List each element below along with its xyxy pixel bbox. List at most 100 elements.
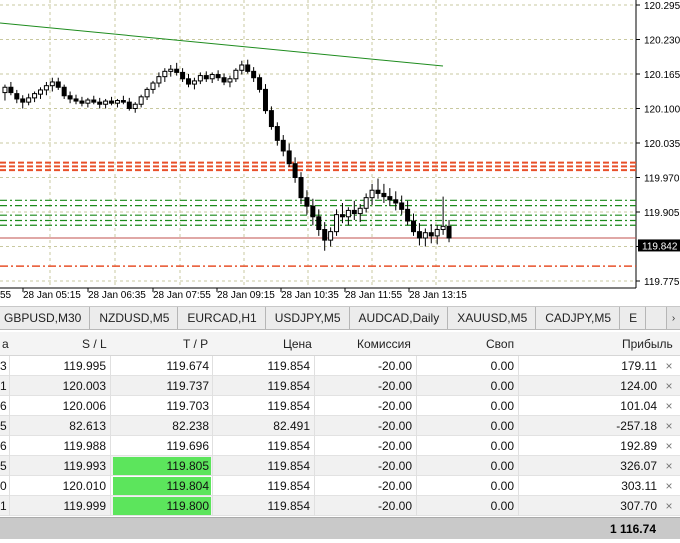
price-chart[interactable]: 120.295 120.230 120.165 120.100 120.035 119.9… bbox=[0, 0, 680, 306]
candle-body bbox=[357, 207, 363, 215]
candle-body bbox=[120, 100, 126, 103]
candle-body bbox=[393, 199, 399, 204]
candle-body bbox=[434, 229, 440, 237]
table-row[interactable]: 1 120.003 119.737 119.854 -20.00 0.00 124.00 × bbox=[0, 376, 680, 396]
time-axis-label-partial: 55 bbox=[0, 290, 12, 301]
chart-tab-gbpusd-m30[interactable]: GBPUSD,M30 bbox=[0, 307, 91, 329]
candle-body bbox=[20, 98, 26, 103]
candle-body bbox=[91, 99, 97, 103]
chart-tab-cadjpy-m5[interactable]: CADJPY,M5 bbox=[536, 307, 621, 329]
chart-canvas[interactable]: 120.295 120.230 120.165 120.100 120.035 119.9… bbox=[0, 0, 680, 306]
candle-body bbox=[37, 89, 43, 95]
price-axis-label: 119.970 bbox=[644, 174, 680, 185]
price-axis-label: 120.165 bbox=[644, 70, 680, 81]
candle-body bbox=[363, 197, 369, 209]
candle-body bbox=[8, 86, 14, 94]
candle-body bbox=[73, 98, 79, 102]
candle-body bbox=[180, 71, 186, 80]
candle-body bbox=[351, 209, 357, 215]
chart-tab-nzdusd-m5[interactable]: NZDUSD,M5 bbox=[90, 307, 179, 329]
price-axis-label: 119.775 bbox=[644, 277, 680, 288]
candle-body bbox=[262, 88, 268, 112]
candle-body bbox=[316, 216, 322, 231]
time-axis-label: 28 Jan 11:55 bbox=[345, 290, 403, 301]
candle-body bbox=[85, 99, 91, 104]
table-row[interactable]: 1 119.999 119.800 119.854 -20.00 0.00 307.70 × bbox=[0, 496, 680, 516]
chart-tab-e[interactable]: E bbox=[620, 307, 647, 329]
trendline bbox=[0, 22, 444, 67]
candle-body bbox=[292, 163, 298, 178]
column-header-tp[interactable]: T / P bbox=[183, 337, 208, 351]
cell-profit: 124.00 bbox=[620, 379, 657, 393]
candle-body bbox=[97, 101, 103, 105]
table-row[interactable]: 5 119.993 119.805 119.854 -20.00 0.00 326.07 × bbox=[0, 456, 680, 476]
table-row[interactable]: 0 120.010 119.804 119.854 -20.00 0.00 303.11 × bbox=[0, 476, 680, 496]
candle-body bbox=[186, 78, 192, 85]
candle-body bbox=[369, 189, 375, 199]
total-profit: 1 116.74 bbox=[609, 522, 656, 536]
chart-tabs-bar: GBPUSD,M30 NZDUSD,M5 EURCAD,H1 USDJPY,M5 AUD… bbox=[0, 306, 680, 330]
candle-body bbox=[109, 100, 115, 104]
chart-tab-usdjpy-m5[interactable]: USDJPY,M5 bbox=[266, 307, 350, 329]
candle-body bbox=[446, 225, 452, 239]
candle-body bbox=[61, 86, 67, 97]
candle-body bbox=[162, 70, 168, 78]
table-row[interactable]: 6 119.988 119.696 119.854 -20.00 0.00 192.89 × bbox=[0, 436, 680, 456]
candle-body bbox=[233, 69, 239, 80]
price-axis-label: 120.295 bbox=[644, 1, 680, 12]
candle-body bbox=[334, 214, 340, 233]
candle-body bbox=[191, 80, 197, 85]
candle-body bbox=[274, 126, 280, 141]
candle-body bbox=[280, 139, 286, 152]
candle-body bbox=[440, 225, 446, 231]
candle-body bbox=[14, 93, 20, 100]
chevron-right-icon[interactable]: › bbox=[666, 307, 680, 329]
close-icon[interactable]: × bbox=[662, 476, 676, 496]
candle-body bbox=[310, 205, 316, 218]
current-price-label: 119.842 bbox=[642, 241, 678, 252]
close-icon[interactable]: × bbox=[662, 376, 676, 396]
candle-body bbox=[79, 100, 85, 104]
close-icon[interactable]: × bbox=[662, 356, 676, 376]
column-header-price[interactable]: Цена bbox=[283, 337, 312, 351]
chart-tab-xauusd-m5[interactable]: XAUUSD,M5 bbox=[448, 307, 537, 329]
candle-body bbox=[251, 70, 257, 79]
close-icon[interactable]: × bbox=[662, 416, 676, 436]
candle-body bbox=[2, 86, 8, 94]
column-header-sl[interactable]: S / L bbox=[82, 337, 107, 351]
table-row[interactable]: 6 120.006 119.703 119.854 -20.00 0.00 101.04 × bbox=[0, 396, 680, 416]
close-icon[interactable]: × bbox=[662, 436, 676, 456]
candle-body bbox=[197, 75, 203, 82]
candle-body bbox=[239, 64, 245, 71]
candle-body bbox=[268, 110, 274, 128]
time-axis-label: 28 Jan 10:35 bbox=[281, 290, 339, 301]
candle-body bbox=[103, 100, 109, 105]
cell-profit: 179.11 bbox=[621, 359, 657, 373]
column-header-commission[interactable]: Комиссия bbox=[357, 337, 411, 351]
cell-profit: 192.89 bbox=[620, 439, 657, 453]
table-row[interactable]: 5 82.613 82.238 82.491 -20.00 0.00 -257.18 × bbox=[0, 416, 680, 436]
column-header-swap[interactable]: Своп bbox=[486, 337, 514, 351]
time-axis-label: 28 Jan 13:15 bbox=[409, 290, 467, 301]
candle-body bbox=[245, 64, 251, 72]
candle-body bbox=[381, 192, 387, 198]
candle-body bbox=[221, 77, 227, 83]
time-axis-label: 28 Jan 07:55 bbox=[153, 290, 211, 301]
candle-body bbox=[43, 85, 49, 91]
candle-body bbox=[168, 68, 174, 72]
table-row[interactable]: 3 119.995 119.674 119.854 -20.00 0.00 179.11 × bbox=[0, 356, 680, 376]
candle-body bbox=[411, 220, 417, 233]
column-header-profit[interactable]: Прибыль bbox=[622, 337, 673, 351]
close-icon[interactable]: × bbox=[662, 496, 676, 516]
close-icon[interactable]: × bbox=[662, 456, 676, 476]
close-icon[interactable]: × bbox=[662, 396, 676, 416]
price-axis-label: 120.230 bbox=[644, 36, 680, 47]
candle-body bbox=[298, 177, 304, 199]
chart-tab-eurcad-h1[interactable]: EURCAD,H1 bbox=[178, 307, 266, 329]
column-header-first[interactable]: а bbox=[2, 337, 9, 351]
chart-tab-audcad-daily[interactable]: AUDCAD,Daily bbox=[350, 307, 449, 329]
candle-body bbox=[26, 97, 32, 103]
candle-body bbox=[114, 100, 120, 104]
candle-body bbox=[304, 197, 310, 207]
candle-body bbox=[387, 196, 393, 201]
